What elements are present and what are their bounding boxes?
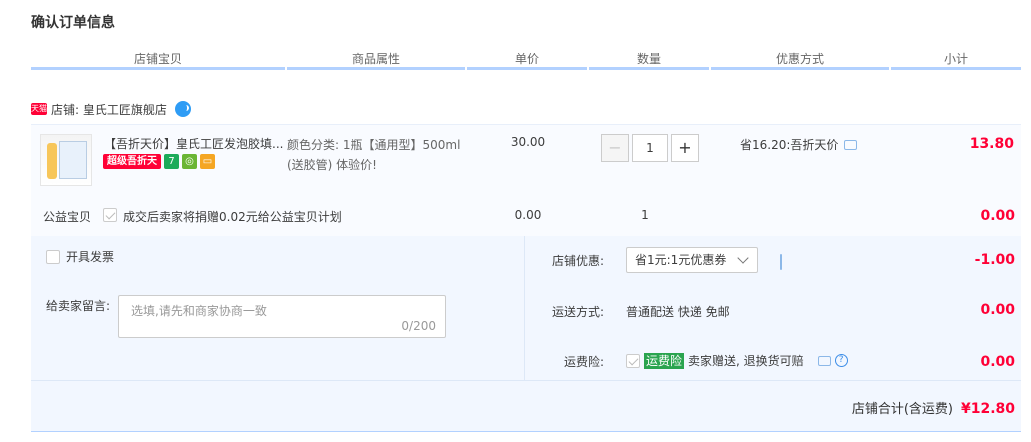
shop-discount-selected: 省1元:1元优惠券 [635, 253, 727, 267]
increase-quantity-button[interactable]: + [671, 134, 699, 162]
charity-row: 公益宝贝 成交后卖家将捐赠0.02元给公益宝贝计划 0.00 1 0.00 [31, 206, 1021, 226]
shop-discount-value: -1.00 [974, 252, 1015, 268]
seller-message-label: 给卖家留言: [46, 299, 111, 313]
wangwang-chat-icon[interactable] [174, 101, 191, 117]
insurance-cost: 0.00 [980, 354, 1015, 370]
quantity-stepper: − 1 + [601, 134, 699, 162]
promo-badge: 超级吾折天 [103, 154, 161, 169]
insurance-label: 运费险: [563, 355, 604, 369]
tmall-icon: 天猫 [31, 103, 47, 115]
column-header-discount: 优惠方式 [711, 48, 889, 70]
shop-discount-select[interactable]: 省1元:1元优惠券 [626, 247, 758, 273]
shipping-method: 普通配送 快递 免邮 [626, 305, 730, 319]
page-title: 确认订单信息 [31, 15, 115, 31]
product-title[interactable]: 【吾折天价】皇氏工匠发泡胶填... [104, 135, 284, 152]
insurance-badge: 运费险 [644, 352, 685, 369]
invoice-label: 开具发票 [66, 250, 115, 264]
decrease-quantity-button[interactable]: − [601, 134, 629, 162]
column-header-subtotal: 小计 [891, 48, 1021, 70]
message-placeholder: 选填,请先和商家协商一致 [131, 304, 267, 318]
charity-text: 成交后卖家将捐赠0.02元给公益宝贝计划 [123, 210, 342, 224]
item-discount: 省16.20:吾折天价 [740, 136, 858, 153]
column-header-price: 单价 [467, 48, 587, 70]
shipping-cost: 0.00 [980, 302, 1015, 318]
shop-name[interactable]: 店铺: 皇氏工匠旗舰店 [51, 101, 167, 118]
shipping-label: 运送方式: [551, 305, 604, 319]
seven-day-return-icon: 7 [164, 154, 179, 169]
comment-icon[interactable] [780, 254, 782, 270]
quantity-input[interactable]: 1 [632, 134, 668, 162]
insurance-text: 卖家赠送, 退换货可赔 [688, 354, 804, 368]
help-icon[interactable]: ? [834, 354, 848, 367]
product-attributes: 颜色分类: 1瓶【通用型】500ml (送胶管) 体验价! [287, 135, 487, 175]
shop-row: 天猫 店铺: 皇氏工匠旗舰店 [31, 100, 191, 118]
charity-label: 公益宝贝 [43, 210, 92, 224]
seller-message-field[interactable]: 选填,请先和商家协商一致 0/200 [118, 295, 446, 338]
attribute-line: (送胶管) 体验价! [287, 158, 377, 172]
invoice-option[interactable]: 开具发票 [46, 248, 114, 265]
unit-price: 30.00 [510, 135, 546, 149]
shop-total-value: ¥12.80 [960, 401, 1015, 417]
table-header: 店铺宝贝 商品属性 单价 数量 优惠方式 小计 [31, 48, 1021, 72]
message-char-count: 0/200 [401, 319, 436, 333]
product-thumbnail[interactable] [40, 134, 92, 186]
column-header-shop-item: 店铺宝贝 [31, 48, 285, 70]
charity-subtotal: 0.00 [980, 208, 1015, 224]
column-header-quantity: 数量 [589, 48, 709, 70]
discount-text: 省16.20:吾折天价 [740, 138, 839, 152]
charity-quantity: 1 [641, 208, 649, 222]
item-subtotal: 13.80 [969, 136, 1014, 152]
shop-total-label: 店铺合计(含运费) [851, 402, 953, 417]
chevron-down-icon [737, 252, 749, 264]
charity-price: 0.00 [514, 208, 542, 222]
shop-total: 店铺合计(含运费) ¥12.80 [852, 398, 1015, 417]
column-header-attributes: 商品属性 [287, 48, 465, 70]
attribute-line: 颜色分类: 1瓶【通用型】500ml [287, 138, 461, 152]
product-badges: 超级吾折天 7 ◎ ▭ [103, 154, 215, 169]
credit-card-icon: ▭ [200, 154, 215, 169]
charity-checkbox [103, 208, 117, 222]
guarantee-icon: ◎ [182, 154, 197, 169]
comment-icon[interactable] [844, 139, 858, 150]
shop-discount-label: 店铺优惠: [551, 254, 604, 268]
insurance-option: 运费险 卖家赠送, 退换货可赔 ? [626, 352, 848, 369]
invoice-checkbox[interactable] [46, 249, 60, 264]
comment-icon[interactable] [817, 355, 831, 366]
insurance-checkbox [626, 353, 640, 368]
